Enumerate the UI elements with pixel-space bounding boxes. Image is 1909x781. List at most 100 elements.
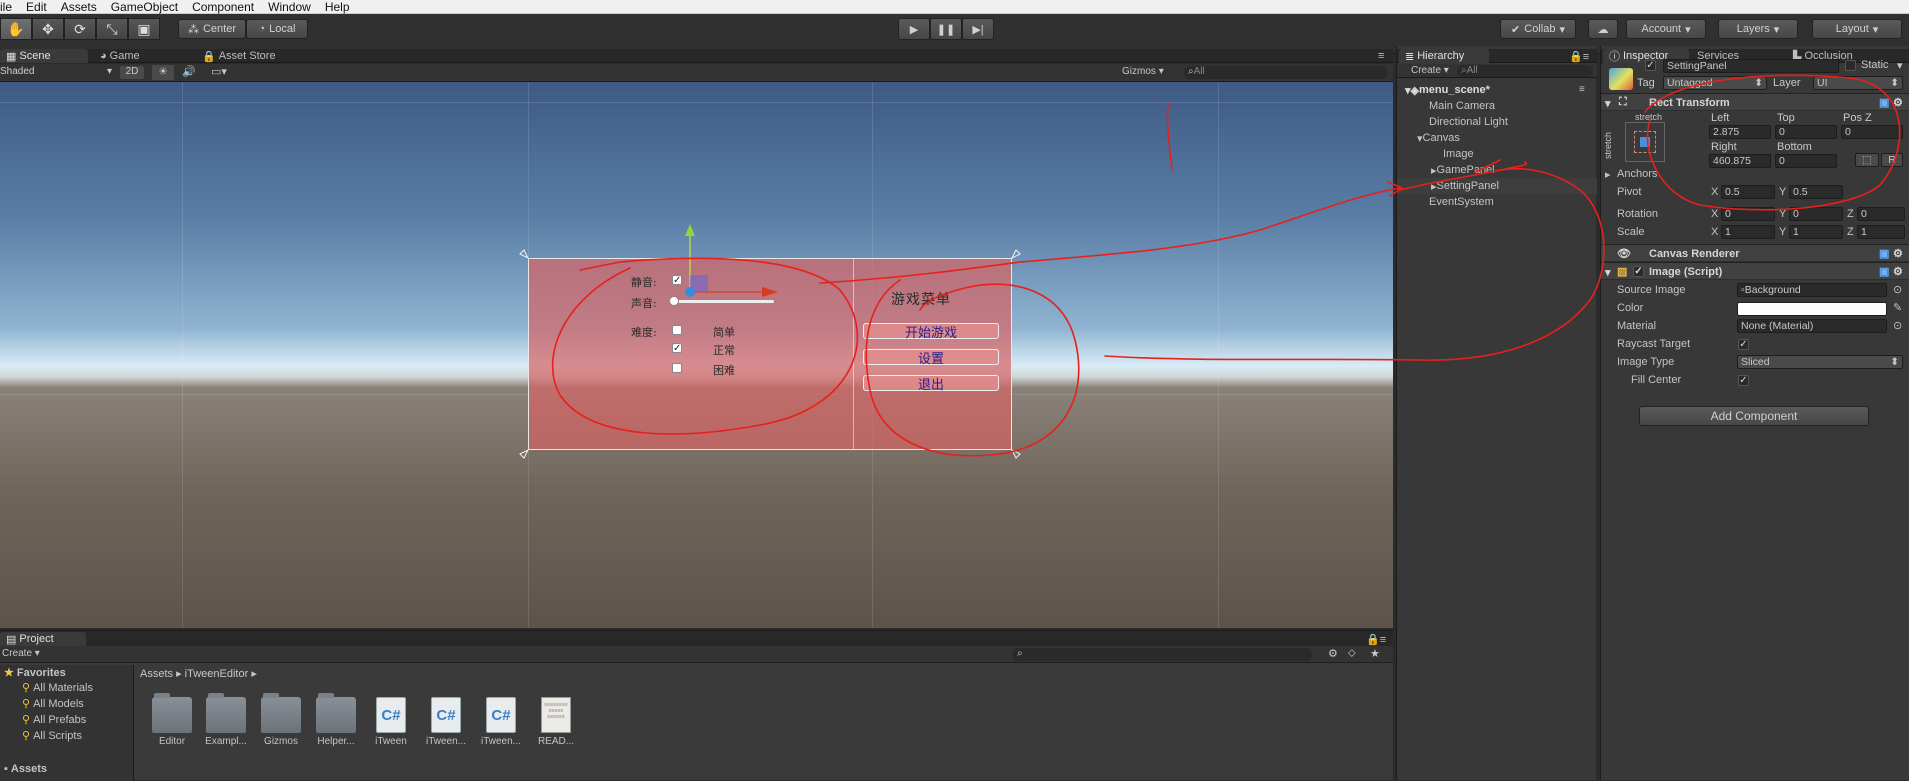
hierarchy-item-settingpanel[interactable]: ▸ SettingPanel [1397, 178, 1597, 194]
space-toggle[interactable]: ◔ Local [246, 19, 308, 39]
tab-project[interactable]: ▤ Project [0, 632, 86, 646]
help-icon[interactable]: ▣ [1879, 247, 1889, 260]
posz-field[interactable]: 0 [1841, 125, 1903, 139]
scene-root[interactable]: ▾ ◈ menu_scene* [1405, 82, 1490, 98]
light-icon[interactable]: ☀ [152, 65, 174, 80]
static-checkbox[interactable] [1845, 60, 1856, 71]
breadcrumb-assets[interactable]: Assets [140, 668, 173, 680]
top-field[interactable]: 0 [1775, 125, 1837, 139]
scene-search-input[interactable]: ⌕All [1184, 66, 1388, 79]
step-button[interactable]: ▶| [962, 18, 994, 40]
project-search-input[interactable]: ⌕ [1012, 648, 1312, 661]
active-checkbox[interactable]: ✓ [1645, 60, 1656, 71]
menu-window[interactable]: Window [268, 0, 311, 14]
tab-asset-store[interactable]: 🔒 Asset Store [196, 49, 282, 63]
object-name-field[interactable]: SettingPanel [1663, 59, 1839, 73]
gear-icon[interactable]: ⚙ [1893, 96, 1903, 109]
pivot-x-field[interactable]: 0.5 [1721, 185, 1775, 199]
mode-2d-toggle[interactable]: 2D [120, 66, 144, 79]
tab-scene[interactable]: ▦ Scene [0, 49, 88, 63]
hierarchy-item-image[interactable]: Image [1443, 146, 1474, 162]
left-field[interactable]: 2.875 [1709, 125, 1771, 139]
scale-x-field[interactable]: 1 [1721, 225, 1775, 239]
hierarchy-item-directional-light[interactable]: Directional Light [1429, 114, 1508, 130]
raycast-checkbox[interactable]: ✓ [1738, 339, 1749, 350]
color-swatch[interactable] [1737, 302, 1887, 316]
tab-game[interactable]: ◕ Game [94, 49, 146, 63]
rotation-x-field[interactable]: 0 [1721, 207, 1775, 221]
help-icon[interactable]: ▣ [1879, 96, 1889, 109]
fav-all-models[interactable]: ⚲ All Models [22, 696, 84, 711]
scale-y-field[interactable]: 1 [1789, 225, 1843, 239]
favorites-header[interactable]: ★ Favorites [4, 665, 66, 680]
blueprint-mode-button[interactable]: ⬚ [1855, 153, 1879, 167]
canvas-renderer-header[interactable]: 👁 Canvas Renderer ▣ ⚙ [1601, 244, 1909, 262]
move-gizmo[interactable] [685, 224, 778, 297]
hierarchy-item-gamepanel[interactable]: ▸ GamePanel [1431, 162, 1495, 178]
add-component-button[interactable]: Add Component [1639, 406, 1869, 426]
scale-z-field[interactable]: 1 [1857, 225, 1905, 239]
label-icon[interactable]: ⬦ [1348, 647, 1356, 660]
corner-handles[interactable] [519, 249, 1021, 459]
audio-icon[interactable]: 🔊 [178, 65, 200, 80]
asset-item[interactable]: Editor [144, 693, 200, 747]
menu-file[interactable]: ile [0, 0, 12, 14]
account-dropdown[interactable]: Account ▾ [1626, 19, 1706, 39]
scale-icon[interactable]: ⤡ [96, 18, 128, 40]
hierarchy-item-eventsystem[interactable]: EventSystem [1429, 194, 1494, 210]
hierarchy-search-input[interactable]: ⌕All [1457, 65, 1593, 77]
object-picker-icon[interactable]: ⊙ [1893, 319, 1902, 332]
star-icon[interactable]: ★ [1370, 647, 1380, 660]
gear-icon[interactable]: ⚙ [1893, 247, 1903, 260]
filter-type-icon[interactable]: ⚙ [1328, 647, 1338, 660]
anchors-row[interactable]: ▸ Anchors [1601, 166, 1909, 183]
asset-item[interactable]: Exampl... [198, 693, 254, 747]
asset-item[interactable]: C# iTween... [418, 697, 474, 747]
layer-dropdown[interactable]: UI ⬍ [1813, 76, 1903, 90]
assets-root[interactable]: ▪ Assets [4, 761, 47, 776]
play-button[interactable]: ▶ [898, 18, 930, 40]
asset-item[interactable]: Helper... [308, 693, 364, 747]
pivot-toggle[interactable]: ⁂ Center [178, 19, 246, 39]
fav-all-prefabs[interactable]: ⚲ All Prefabs [22, 712, 86, 727]
rect-icon[interactable]: ▣ [128, 18, 160, 40]
layout-dropdown[interactable]: Layout ▾ [1812, 19, 1902, 39]
raw-edit-button[interactable]: R [1881, 153, 1903, 167]
object-picker-icon[interactable]: ⊙ [1893, 283, 1902, 296]
asset-item[interactable]: C# iTween [363, 697, 419, 747]
rotation-y-field[interactable]: 0 [1789, 207, 1843, 221]
effects-icon[interactable]: ▭▾ [204, 65, 234, 80]
asset-item[interactable]: Gizmos [253, 693, 309, 747]
anchor-preset-button[interactable] [1625, 122, 1665, 162]
menu-edit[interactable]: Edit [26, 0, 47, 14]
image-enabled-checkbox[interactable]: ✓ [1633, 266, 1644, 277]
tab-hierarchy[interactable]: ≣ Hierarchy [1399, 49, 1489, 63]
panel-menu-icon[interactable]: ≡ [1372, 49, 1390, 63]
collab-button[interactable]: ✔ Collab ▾ [1500, 19, 1576, 39]
help-icon[interactable]: ▣ [1879, 265, 1889, 278]
hierarchy-item-main-camera[interactable]: Main Camera [1429, 98, 1495, 114]
menu-component[interactable]: Component [192, 0, 254, 14]
hierarchy-lock-icon[interactable]: 🔒≡ [1563, 49, 1595, 63]
menu-assets[interactable]: Assets [61, 0, 97, 14]
rect-transform-header[interactable]: ▾ ⛶ Rect Transform ▣ ⚙ [1601, 93, 1909, 111]
layers-dropdown[interactable]: Layers ▾ [1718, 19, 1798, 39]
move-icon[interactable]: ✥ [32, 18, 64, 40]
cloud-button[interactable]: ☁ [1588, 19, 1618, 39]
rotation-z-field[interactable]: 0 [1857, 207, 1905, 221]
shading-dropdown[interactable]: Shaded ▾ [0, 66, 112, 79]
asset-item[interactable]: ≡≡≡≡≡≡≡≡ ≡≡≡≡≡ ≡≡≡≡≡≡ READ... [528, 697, 584, 747]
breadcrumb-itweeneditor[interactable]: iTweenEditor [185, 668, 249, 680]
fav-all-scripts[interactable]: ⚲ All Scripts [22, 728, 82, 743]
pause-button[interactable]: ❚❚ [930, 18, 962, 40]
gizmos-dropdown[interactable]: Gizmos ▾ [1122, 66, 1178, 79]
pivot-y-field[interactable]: 0.5 [1789, 185, 1843, 199]
fill-center-checkbox[interactable]: ✓ [1738, 375, 1749, 386]
source-image-field[interactable]: ▫Background [1737, 283, 1887, 297]
scene-menu-icon[interactable]: ≡ [1579, 84, 1585, 95]
hierarchy-create-dropdown[interactable]: Create ▾ [1411, 65, 1449, 76]
hierarchy-item-canvas[interactable]: ▾ Canvas [1417, 130, 1460, 146]
scene-view[interactable]: 静音: ✓ 声音: 难度: 简单 ✓ 正常 困难 游戏菜单 开始游戏 设置 退出 [0, 82, 1393, 628]
image-type-dropdown[interactable]: Sliced ⬍ [1737, 355, 1903, 369]
rotate-icon[interactable]: ⟳ [64, 18, 96, 40]
